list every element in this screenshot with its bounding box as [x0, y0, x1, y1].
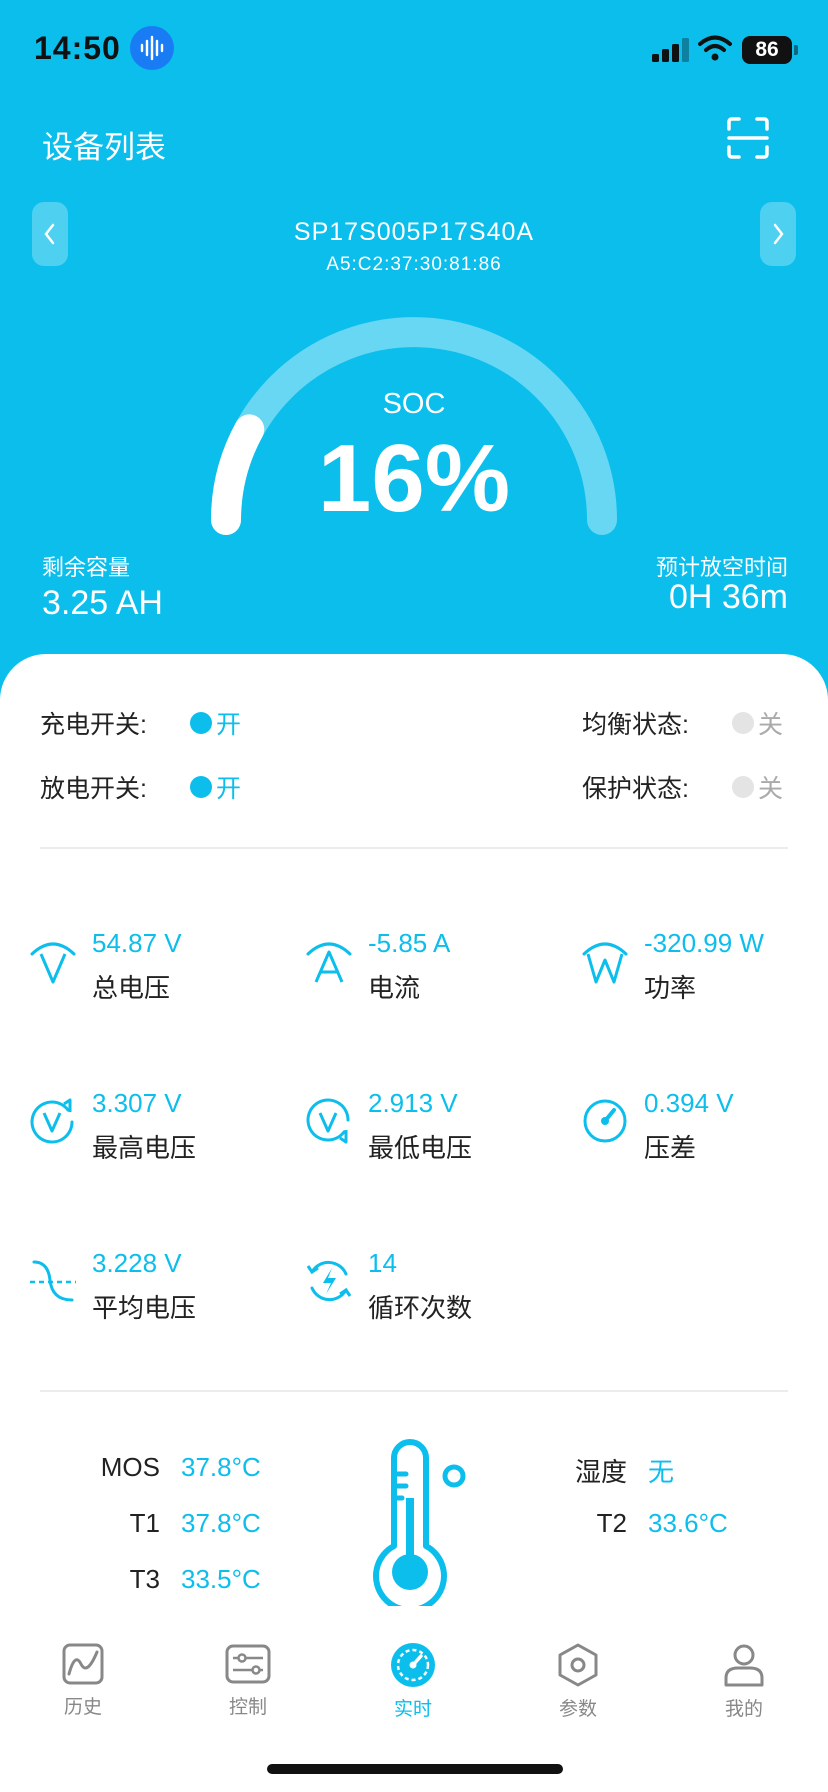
soc-value: 16% [317, 425, 511, 532]
device-name: SP17S005P17S40A [293, 218, 535, 246]
power-icon [582, 942, 628, 984]
remaining-capacity-label: 剩余容量 [42, 555, 131, 580]
battery-indicator: 86 [742, 36, 798, 64]
on-dot-icon [190, 776, 212, 798]
voltage-diff-value: 0.394 V [644, 1088, 734, 1118]
tab-control-label: 控制 [228, 1697, 267, 1718]
max-voltage-icon [30, 1098, 74, 1144]
content-card [0, 654, 828, 1792]
status-time: 14:50 [34, 30, 121, 66]
signal-icon [652, 38, 689, 62]
max-voltage-value: 3.307 V [92, 1088, 182, 1118]
balance-status: 关 [732, 705, 783, 741]
divider [40, 847, 788, 849]
mos-temp-value: 37.8°C [181, 1452, 261, 1482]
discharge-switch-label: 放电开关: [40, 775, 147, 803]
t1-temp-value: 37.8°C [181, 1508, 261, 1538]
power-value: -320.99 W [644, 928, 764, 958]
user-icon [724, 1644, 764, 1687]
control-sliders-icon [225, 1644, 271, 1684]
charge-switch-label: 充电开关: [40, 711, 147, 739]
current-label: 电流 [368, 973, 421, 1003]
t2-temp-label: T2 [596, 1508, 627, 1538]
t2-temp-value: 33.6°C [648, 1508, 728, 1538]
divider [40, 1390, 788, 1392]
tab-history-label: 历史 [63, 1697, 102, 1718]
charge-switch[interactable]: 开 [190, 705, 241, 741]
current-value: -5.85 A [368, 928, 451, 958]
humidity-label: 湿度 [574, 1457, 627, 1487]
max-voltage-label: 最高电压 [92, 1133, 197, 1163]
soc-label: SOC [382, 388, 446, 420]
off-dot-icon [732, 712, 754, 734]
protect-status-state: 关 [758, 775, 784, 803]
min-voltage-icon [306, 1098, 350, 1144]
home-indicator[interactable] [267, 1764, 563, 1774]
voltage-diff-icon [583, 1099, 627, 1143]
charge-switch-state: 开 [216, 711, 242, 739]
protect-status-label: 保护状态: [582, 775, 689, 803]
cycle-count-label: 循环次数 [368, 1293, 473, 1323]
balance-status-state: 关 [758, 711, 784, 739]
mos-temp-label: MOS [100, 1452, 160, 1482]
history-chart-icon [62, 1643, 104, 1685]
tab-control[interactable]: 控制 [188, 1642, 308, 1719]
voltage-icon [30, 942, 76, 984]
t3-temp-value: 33.5°C [181, 1564, 261, 1594]
discharge-switch-state: 开 [216, 775, 242, 803]
cycle-count-icon [306, 1260, 352, 1302]
min-voltage-value: 2.913 V [368, 1088, 458, 1118]
avg-voltage-icon [30, 1260, 76, 1302]
protect-status: 关 [732, 769, 783, 805]
total-voltage-value: 54.87 V [92, 928, 182, 958]
current-icon [306, 942, 352, 983]
tab-realtime[interactable]: 实时 [353, 1642, 473, 1721]
on-dot-icon [190, 712, 212, 734]
tab-realtime-label: 实时 [393, 1699, 432, 1720]
total-voltage-label: 总电压 [92, 973, 171, 1003]
device-mac: A5:C2:37:30:81:86 [326, 254, 502, 275]
remaining-capacity-value: 3.25 AH [42, 584, 163, 622]
power-label: 功率 [644, 973, 697, 1003]
tab-mine-label: 我的 [724, 1699, 763, 1720]
cycle-count-value: 14 [368, 1248, 397, 1278]
scan-icon[interactable] [726, 116, 770, 160]
device-list-link[interactable]: 设备列表 [42, 122, 166, 167]
t3-temp-label: T3 [129, 1564, 160, 1594]
wifi-icon [698, 35, 732, 61]
realtime-gauge-icon [391, 1643, 435, 1687]
avg-voltage-label: 平均电压 [92, 1293, 197, 1323]
tab-params-label: 参数 [558, 1699, 597, 1720]
params-hexagon-icon [558, 1643, 598, 1687]
thermometer-icon [373, 1439, 466, 1606]
avg-voltage-value: 3.228 V [92, 1248, 182, 1278]
tab-mine[interactable]: 我的 [684, 1642, 804, 1721]
voice-assistant-icon [130, 26, 174, 70]
tab-bar: 历史 控制 实时 参数 我的 [0, 1630, 828, 1760]
balance-status-label: 均衡状态: [582, 711, 689, 739]
tab-history[interactable]: 历史 [23, 1642, 143, 1719]
humidity-value: 无 [648, 1457, 675, 1487]
off-dot-icon [732, 776, 754, 798]
t1-temp-label: T1 [129, 1508, 160, 1538]
tab-params[interactable]: 参数 [518, 1642, 638, 1721]
voltage-diff-label: 压差 [644, 1133, 697, 1163]
discharge-switch[interactable]: 开 [190, 769, 241, 805]
min-voltage-label: 最低电压 [368, 1133, 473, 1163]
discharge-time-value: 0H 36m [668, 578, 788, 616]
